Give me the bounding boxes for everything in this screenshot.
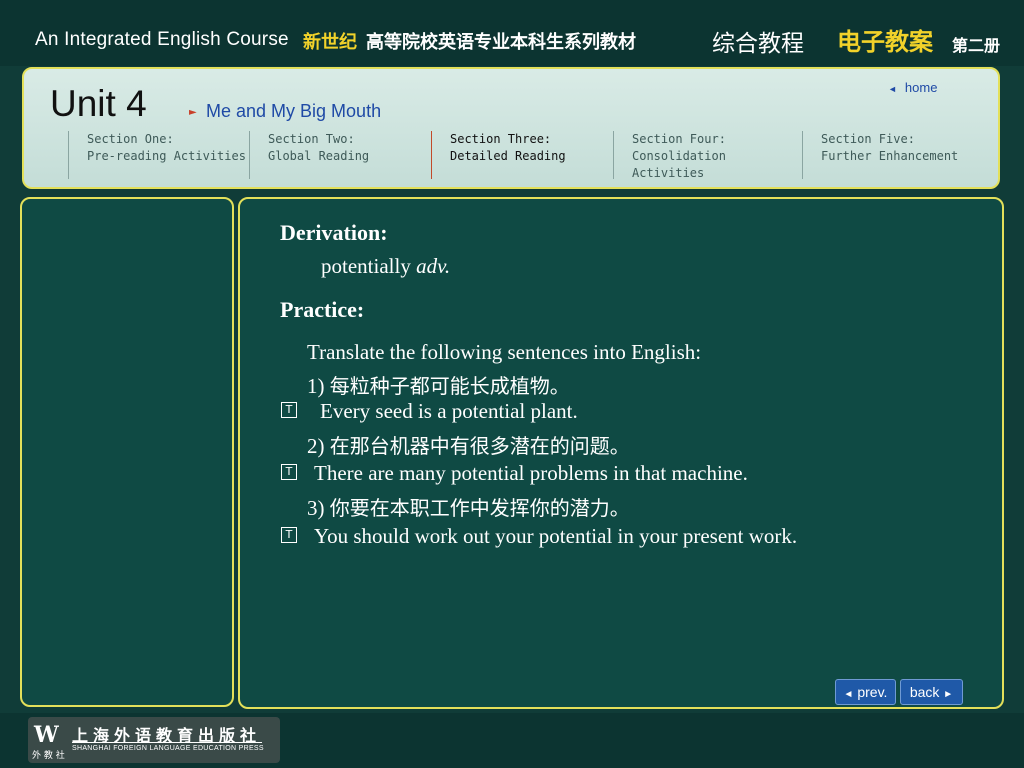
section-tab-title: Section Four: (632, 132, 726, 146)
item-chinese-text: 在那台机器中有很多潜在的问题。 (329, 434, 630, 458)
section-tab-subtitle: Global Reading (268, 149, 370, 163)
derivation-word: potentially (321, 254, 411, 278)
unit-title: Unit 4 (50, 83, 147, 124)
home-link[interactable]: ◄ home (888, 80, 937, 95)
unit-arrow-icon: ► (189, 107, 197, 118)
left-panel (20, 197, 234, 707)
prev-button[interactable]: ◄ prev. (835, 679, 896, 705)
section-tab-title: Section One: (87, 132, 174, 146)
practice-item-answer: There are many potential problems in tha… (314, 461, 748, 485)
practice-item-chinese: 2) 在那台机器中有很多潜在的问题。 (307, 430, 630, 459)
right-triangle-icon: ► (943, 689, 954, 700)
series-title-highlight: 新世纪 (303, 32, 357, 53)
left-triangle-icon: ◄ (843, 689, 854, 700)
section-tab-title: Section Three: (450, 132, 552, 146)
left-arrow-icon: ◄ (888, 84, 897, 94)
section-tab-subtitle: Pre-reading Activities (87, 149, 246, 163)
practice-item-chinese: 3) 你要在本职工作中发挥你的潜力。 (307, 492, 630, 521)
section-tab-subtitle: Further Enhancement (821, 149, 959, 163)
practice-item-chinese: 1) 每粒种子都可能长成植物。 (307, 370, 570, 399)
item-number: 3) (307, 496, 325, 520)
section-tab-subtitle: Consolidation Activities (632, 149, 726, 180)
section-tab-two[interactable]: Section Two: Global Reading (249, 131, 429, 179)
derivation-pos: adv. (416, 254, 451, 278)
answer-toggle-icon[interactable]: T (281, 464, 297, 480)
item-chinese-text: 你要在本职工作中发挥你的潜力。 (329, 496, 630, 520)
e-lesson-title: 电子教案 (837, 28, 933, 56)
section-tab-one[interactable]: Section One: Pre-reading Activities (68, 131, 248, 179)
back-label: back (909, 684, 940, 700)
volume-label: 第二册 (952, 36, 1001, 55)
practice-item-answer: You should work out your potential in yo… (314, 524, 798, 548)
section-tab-three[interactable]: Section Three: Detailed Reading (431, 131, 611, 179)
course-title: An Integrated English Course (35, 29, 289, 50)
logo-divider (72, 742, 262, 743)
header-panel: Unit 4 ► Me and My Big Mouth ◄ home Secti… (22, 67, 1000, 189)
series-title: 高等院校英语专业本科生系列教材 (366, 32, 636, 53)
section-tab-title: Section Five: (821, 132, 915, 146)
prev-label: prev. (857, 684, 888, 700)
unit-subtitle: Me and My Big Mouth (206, 101, 382, 121)
answer-toggle-icon[interactable]: T (281, 402, 297, 418)
home-label: home (904, 80, 938, 95)
section-tab-four[interactable]: Section Four: Consolidation Activities (613, 131, 801, 180)
publisher-logo-mark: W (34, 722, 59, 748)
practice-heading: Practice: (280, 297, 365, 322)
derivation-line: potentially adv. (321, 254, 450, 279)
publisher-name-en: SHANGHAI FOREIGN LANGUAGE EDUCATION PRES… (72, 745, 264, 752)
answer-toggle-icon[interactable]: T (281, 527, 297, 543)
section-tab-title: Section Two: (268, 132, 355, 146)
section-tab-five[interactable]: Section Five: Further Enhancement (802, 131, 992, 179)
practice-item-answer: Every seed is a potential plant. (320, 399, 578, 423)
derivation-heading: Derivation: (280, 220, 388, 245)
item-number: 2) (307, 434, 325, 458)
back-button[interactable]: back ► (900, 679, 963, 705)
section-tab-subtitle: Detailed Reading (450, 149, 566, 163)
publisher-logo-small: 外 教 社 (32, 751, 65, 761)
course-subtitle: 综合教程 (712, 31, 804, 57)
item-number: 1) (307, 374, 325, 398)
item-chinese-text: 每粒种子都可能长成植物。 (329, 374, 570, 398)
practice-instruction: Translate the following sentences into E… (307, 340, 702, 364)
